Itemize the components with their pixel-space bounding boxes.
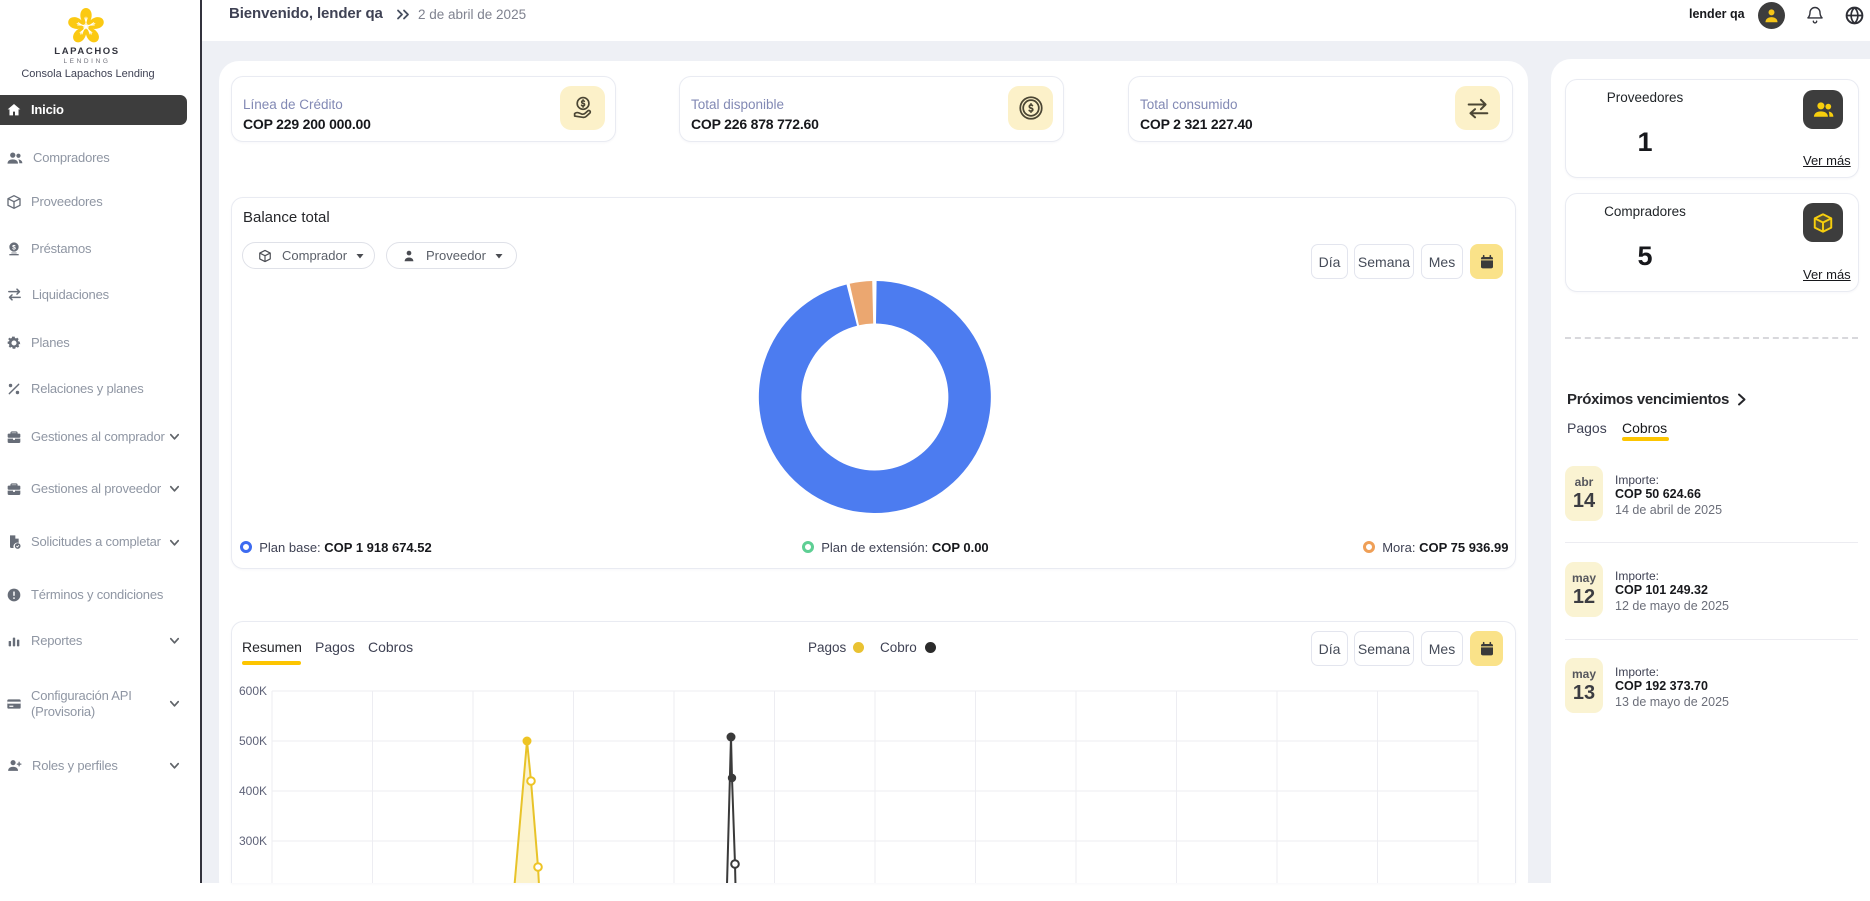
svg-text:400K: 400K — [239, 784, 267, 798]
svg-text:300K: 300K — [239, 834, 267, 848]
svg-text:600K: 600K — [239, 684, 267, 698]
svg-text:$: $ — [12, 244, 16, 251]
svg-text:500K: 500K — [239, 734, 267, 748]
